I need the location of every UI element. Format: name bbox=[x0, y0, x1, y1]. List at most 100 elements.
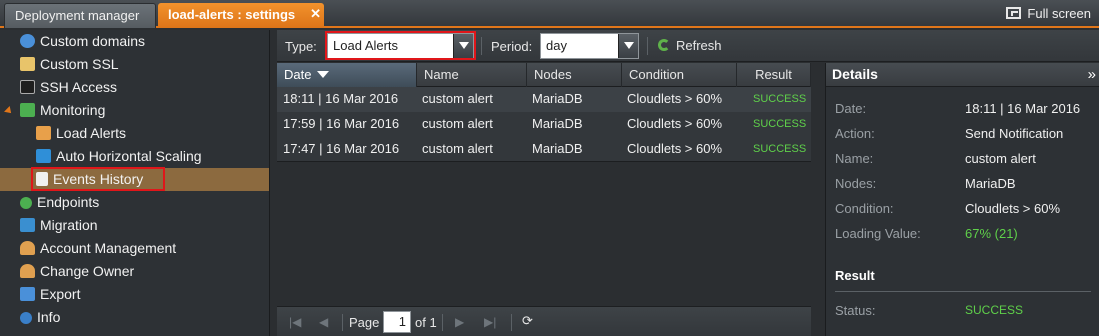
sidebar-item-export[interactable]: Export bbox=[20, 283, 80, 306]
sidebar-item-label: Info bbox=[37, 309, 61, 325]
toolbar-separator bbox=[647, 37, 648, 55]
period-label: Period: bbox=[491, 39, 533, 54]
detail-label-condition: Condition: bbox=[835, 201, 894, 216]
sidebar-item-label: Export bbox=[40, 286, 81, 302]
sort-desc-icon bbox=[317, 71, 330, 78]
page-label: Page bbox=[349, 315, 380, 330]
details-title: Details bbox=[832, 66, 878, 82]
cell-condition: Cloudlets > 60% bbox=[627, 141, 723, 156]
sidebar-item-label: Endpoints bbox=[37, 194, 100, 210]
sidebar-item-migration[interactable]: Migration bbox=[20, 214, 98, 237]
sidebar-item-info[interactable]: Info bbox=[20, 306, 60, 329]
events-grid: Date Name Nodes Condition Result 18:11 |… bbox=[277, 63, 811, 336]
column-header-label: Result bbox=[755, 67, 792, 82]
fullscreen-icon bbox=[1006, 7, 1022, 19]
period-select-value: day bbox=[546, 38, 567, 53]
globe-icon bbox=[20, 34, 35, 48]
column-header-result[interactable]: Result bbox=[737, 63, 811, 87]
page-count-label: of 1 bbox=[415, 315, 437, 330]
sidebar-item-label: Load Alerts bbox=[56, 125, 127, 141]
collapse-panel-icon[interactable]: » bbox=[1088, 66, 1096, 83]
detail-label-date: Date: bbox=[835, 101, 867, 116]
mail-alert-icon bbox=[36, 126, 51, 140]
detail-value-action: Send Notification bbox=[965, 126, 1064, 141]
cell-name: custom alert bbox=[422, 116, 493, 131]
sidebar-item-custom-ssl[interactable]: Custom SSL bbox=[20, 53, 119, 76]
sidebar-item-endpoints[interactable]: Endpoints bbox=[20, 191, 99, 214]
cell-nodes: MariaDB bbox=[532, 116, 583, 131]
column-header-date[interactable]: Date bbox=[277, 63, 417, 87]
cell-result: SUCCESS bbox=[753, 93, 807, 105]
sidebar-item-label: SSH Access bbox=[40, 79, 118, 95]
info-icon bbox=[20, 312, 32, 324]
sidebar-item-custom-domains[interactable]: Custom domains bbox=[20, 30, 145, 53]
sidebar-item-ssh-access[interactable]: SSH Access bbox=[20, 76, 117, 99]
chevron-down-icon[interactable] bbox=[618, 34, 638, 58]
sidebar-item-label: Custom domains bbox=[40, 33, 146, 49]
tab-load-alerts-settings[interactable]: load-alerts : settings ✕ bbox=[158, 3, 324, 28]
sidebar-item-label: Auto Horizontal Scaling bbox=[56, 148, 202, 164]
certificate-icon bbox=[20, 57, 35, 71]
cell-nodes: MariaDB bbox=[532, 91, 583, 106]
detail-label-action: Action: bbox=[835, 126, 875, 141]
cell-condition: Cloudlets > 60% bbox=[627, 116, 723, 131]
detail-value-status: SUCCESS bbox=[965, 303, 1024, 317]
reload-icon[interactable]: ⟳ bbox=[522, 313, 533, 329]
refresh-button[interactable]: Refresh bbox=[658, 38, 722, 53]
endpoints-icon bbox=[20, 197, 32, 209]
first-page-icon[interactable]: |◀ bbox=[289, 315, 301, 329]
tab-deployment-manager[interactable]: Deployment manager bbox=[4, 3, 156, 28]
table-row[interactable]: 17:59 | 16 Mar 2016 custom alert MariaDB… bbox=[277, 112, 811, 137]
details-header: Details » bbox=[826, 63, 1099, 87]
grid-pager: |◀ ◀ Page 1 of 1 ▶ ▶| ⟳ bbox=[277, 306, 811, 336]
expand-arrow-icon[interactable] bbox=[4, 106, 14, 116]
cell-name: custom alert bbox=[422, 91, 493, 106]
sidebar-item-auto-horizontal-scaling[interactable]: Auto Horizontal Scaling bbox=[36, 145, 202, 168]
sidebar-item-label: Migration bbox=[40, 217, 98, 233]
cell-date: 18:11 | 16 Mar 2016 bbox=[283, 91, 399, 106]
column-header-label: Name bbox=[424, 67, 459, 82]
pager-separator bbox=[342, 314, 343, 331]
sidebar-item-load-alerts[interactable]: Load Alerts bbox=[36, 122, 126, 145]
column-header-name[interactable]: Name bbox=[417, 63, 527, 87]
detail-label-name: Name: bbox=[835, 151, 874, 166]
cell-date: 17:59 | 16 Mar 2016 bbox=[283, 116, 400, 131]
change-owner-icon bbox=[20, 264, 35, 278]
refresh-label: Refresh bbox=[676, 38, 722, 53]
column-header-nodes[interactable]: Nodes bbox=[527, 63, 622, 87]
column-header-label: Condition bbox=[629, 67, 684, 82]
period-select[interactable]: day bbox=[540, 33, 639, 59]
pager-separator bbox=[511, 314, 512, 331]
sidebar-item-label: Custom SSL bbox=[40, 56, 119, 72]
cell-result: SUCCESS bbox=[753, 118, 807, 130]
prev-page-icon[interactable]: ◀ bbox=[319, 315, 328, 329]
table-row[interactable]: 18:11 | 16 Mar 2016 custom alert MariaDB… bbox=[277, 87, 811, 112]
sidebar-item-change-owner[interactable]: Change Owner bbox=[20, 260, 134, 283]
last-page-icon[interactable]: ▶| bbox=[484, 315, 496, 329]
monitoring-icon bbox=[20, 103, 35, 117]
type-label: Type: bbox=[285, 39, 317, 54]
migration-icon bbox=[20, 218, 35, 232]
events-history-highlight bbox=[31, 167, 165, 191]
detail-label-loading-value: Loading Value: bbox=[835, 226, 921, 241]
table-row[interactable]: 17:47 | 16 Mar 2016 custom alert MariaDB… bbox=[277, 137, 811, 162]
column-header-label: Nodes bbox=[534, 67, 572, 82]
column-header-condition[interactable]: Condition bbox=[622, 63, 737, 87]
cell-date: 17:47 | 16 Mar 2016 bbox=[283, 141, 400, 156]
full-screen-button[interactable]: Full screen bbox=[1006, 5, 1091, 23]
tab-settings-label: load-alerts : settings bbox=[168, 7, 296, 22]
column-header-label: Date bbox=[284, 67, 312, 82]
terminal-icon bbox=[20, 80, 35, 94]
close-icon[interactable]: ✕ bbox=[310, 2, 321, 25]
result-section-title: Result bbox=[835, 268, 875, 283]
sidebar-item-label: Monitoring bbox=[40, 102, 106, 118]
sidebar-item-account-management[interactable]: Account Management bbox=[20, 237, 176, 260]
export-icon bbox=[20, 287, 35, 301]
page-number-input[interactable]: 1 bbox=[383, 311, 411, 333]
grid-header: Date Name Nodes Condition Result bbox=[277, 63, 811, 87]
sidebar-item-monitoring[interactable]: Monitoring bbox=[20, 99, 105, 122]
details-panel: Details » Date: 18:11 | 16 Mar 2016 Acti… bbox=[825, 63, 1099, 336]
top-tab-bar: Deployment manager load-alerts : setting… bbox=[0, 0, 1099, 28]
next-page-icon[interactable]: ▶ bbox=[455, 315, 464, 329]
detail-value-date: 18:11 | 16 Mar 2016 bbox=[965, 101, 1081, 116]
